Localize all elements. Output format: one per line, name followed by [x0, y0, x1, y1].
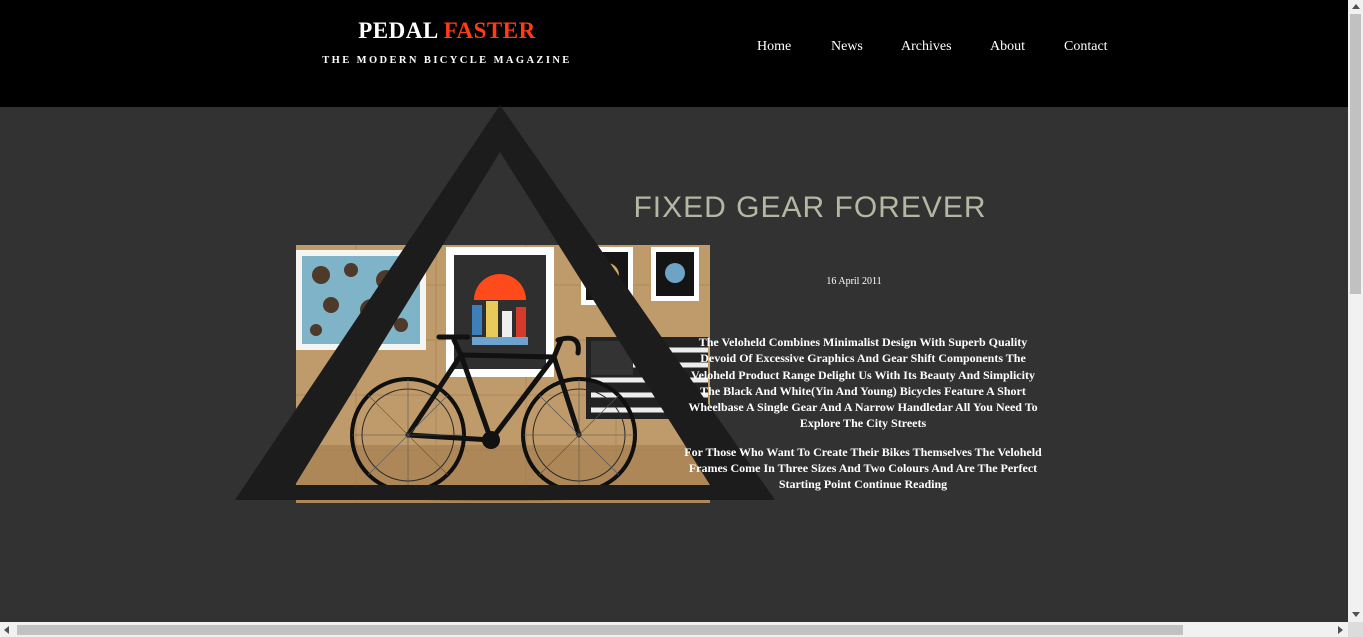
post-paragraph: The Veloheld Combines Minimalist Design … [688, 335, 1038, 431]
post-paragraph: For Those Who Want To Create Their Bikes… [684, 444, 1042, 492]
nav-contact[interactable]: Contact [1064, 38, 1108, 56]
vertical-scrollbar[interactable] [1348, 0, 1363, 622]
horizontal-scrollbar[interactable] [0, 622, 1348, 637]
post-date: 16 April 2011 [826, 276, 882, 287]
scroll-up-arrow-icon[interactable] [1352, 4, 1360, 9]
page: PEDAL FASTER THE MODERN BICYCLE MAGAZINE… [0, 0, 1363, 637]
nav-about[interactable]: About [990, 38, 1025, 56]
post-body: The Veloheld Combines Minimalist Design … [680, 334, 1046, 505]
scrollbar-corner [1348, 622, 1363, 637]
nav-home[interactable]: Home [757, 38, 791, 56]
scroll-left-arrow-icon[interactable] [4, 626, 9, 634]
scroll-down-arrow-icon[interactable] [1352, 612, 1360, 617]
brand-accent: FASTER [443, 18, 536, 43]
scroll-right-arrow-icon[interactable] [1338, 626, 1343, 634]
brand-primary: PEDAL [358, 18, 438, 43]
site-tagline: THE MODERN BICYCLE MAGAZINE [322, 55, 572, 66]
nav-archives[interactable]: Archives [901, 38, 952, 56]
browser-viewport: PEDAL FASTER THE MODERN BICYCLE MAGAZINE… [0, 0, 1348, 622]
nav-news[interactable]: News [831, 38, 863, 56]
brand[interactable]: PEDAL FASTER THE MODERN BICYCLE MAGAZINE [300, 16, 594, 67]
site-header: PEDAL FASTER THE MODERN BICYCLE MAGAZINE… [0, 0, 1348, 107]
site-logo[interactable]: PEDAL FASTER [300, 16, 594, 46]
horizontal-scroll-thumb[interactable] [17, 625, 1183, 635]
vertical-scroll-thumb[interactable] [1350, 14, 1361, 294]
post-title[interactable]: FIXED GEAR FOREVER [610, 190, 1010, 226]
